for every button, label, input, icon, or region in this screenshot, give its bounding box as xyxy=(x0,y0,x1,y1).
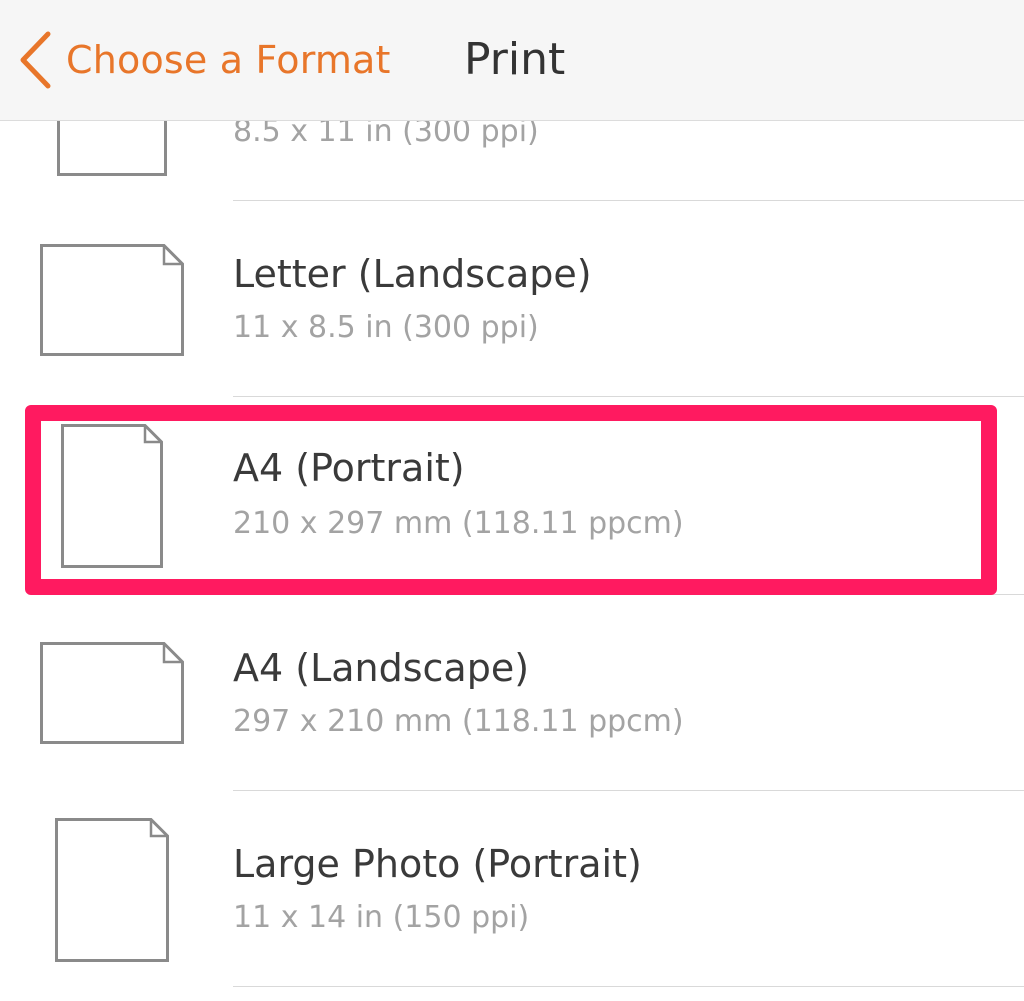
format-title: Letter (Landscape) xyxy=(233,252,592,296)
row-divider xyxy=(233,594,1024,595)
navigation-bar: Choose a Format Print xyxy=(0,0,1024,121)
format-title: A4 (Landscape) xyxy=(233,646,530,690)
format-title: Large Photo (Portrait) xyxy=(233,842,642,886)
row-divider xyxy=(233,200,1024,201)
format-row-a4-portrait[interactable]: A4 (Portrait) 210 x 297 mm (118.11 ppcm) xyxy=(0,398,1024,594)
chevron-left-icon xyxy=(18,31,52,89)
format-detail: 11 x 14 in (150 ppi) xyxy=(233,900,530,935)
format-detail: 297 x 210 mm (118.11 ppcm) xyxy=(233,704,684,739)
page-landscape-icon xyxy=(40,244,184,356)
format-list: 8.5 x 11 in (300 ppi) Letter (Landscape)… xyxy=(0,0,1024,1001)
back-label: Choose a Format xyxy=(66,38,391,82)
print-format-screen: 8.5 x 11 in (300 ppi) Letter (Landscape)… xyxy=(0,0,1024,1001)
format-row-large-photo-portrait[interactable]: Large Photo (Portrait) 11 x 14 in (150 p… xyxy=(0,792,1024,988)
page-portrait-icon xyxy=(55,818,169,962)
format-detail: 11 x 8.5 in (300 ppi) xyxy=(233,310,539,345)
format-title: A4 (Portrait) xyxy=(233,446,465,490)
page-landscape-icon xyxy=(40,642,184,744)
row-divider xyxy=(233,396,1024,397)
format-detail: 210 x 297 mm (118.11 ppcm) xyxy=(233,506,684,541)
format-row-letter-landscape[interactable]: Letter (Landscape) 11 x 8.5 in (300 ppi) xyxy=(0,202,1024,398)
page-title: Print xyxy=(464,34,566,85)
format-row-a4-landscape[interactable]: A4 (Landscape) 297 x 210 mm (118.11 ppcm… xyxy=(0,596,1024,792)
row-divider xyxy=(233,986,1024,987)
row-divider xyxy=(233,790,1024,791)
back-button[interactable]: Choose a Format xyxy=(18,28,391,92)
page-portrait-icon xyxy=(61,424,163,568)
